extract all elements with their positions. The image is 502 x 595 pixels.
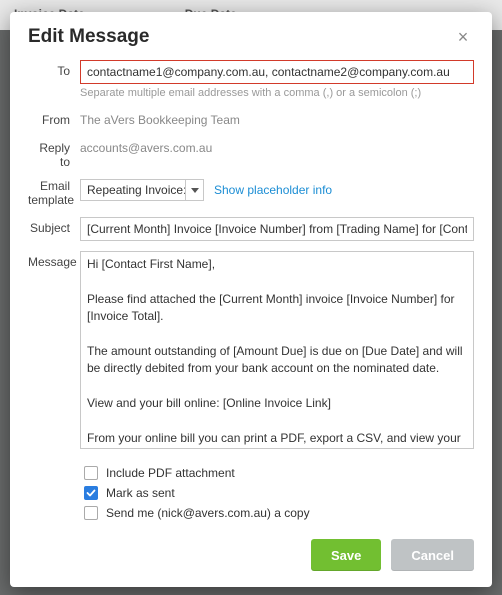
close-button[interactable]: × bbox=[452, 26, 474, 48]
modal-header: Edit Message × bbox=[10, 12, 492, 58]
include-pdf-label: Include PDF attachment bbox=[106, 466, 235, 480]
message-textarea[interactable] bbox=[80, 251, 474, 449]
cancel-button[interactable]: Cancel bbox=[391, 539, 474, 571]
caret-down-icon bbox=[191, 188, 199, 193]
show-placeholder-info-link[interactable]: Show placeholder info bbox=[214, 183, 332, 197]
email-template-selected: Repeating Invoice: Pa bbox=[81, 183, 185, 197]
mark-as-sent-checkbox[interactable] bbox=[84, 486, 98, 500]
include-pdf-checkbox[interactable] bbox=[84, 466, 98, 480]
subject-label: Subject bbox=[28, 217, 80, 235]
to-label: To bbox=[28, 60, 80, 78]
close-icon: × bbox=[458, 27, 469, 48]
modal-body: To Separate multiple email addresses wit… bbox=[10, 58, 492, 529]
reply-to-value: accounts@avers.com.au bbox=[80, 137, 474, 155]
template-label: Email template bbox=[28, 179, 80, 207]
subject-input[interactable] bbox=[80, 217, 474, 241]
message-label: Message bbox=[28, 251, 80, 269]
to-input[interactable] bbox=[80, 60, 474, 84]
to-hint: Separate multiple email addresses with a… bbox=[80, 87, 474, 99]
mark-as-sent-label: Mark as sent bbox=[106, 486, 175, 500]
send-me-copy-checkbox[interactable] bbox=[84, 506, 98, 520]
email-template-dropdown-button[interactable] bbox=[185, 180, 203, 200]
modal-footer: Save Cancel bbox=[10, 529, 492, 587]
from-value: The aVers Bookkeeping Team bbox=[80, 109, 474, 127]
modal-title: Edit Message bbox=[28, 26, 149, 48]
send-me-copy-label: Send me (nick@avers.com.au) a copy bbox=[106, 506, 310, 520]
from-label: From bbox=[28, 109, 80, 127]
save-button[interactable]: Save bbox=[311, 539, 381, 571]
email-template-select[interactable]: Repeating Invoice: Pa bbox=[80, 179, 204, 201]
reply-to-label: Reply to bbox=[28, 137, 80, 169]
edit-message-modal: Edit Message × To Separate multiple emai… bbox=[10, 12, 492, 587]
